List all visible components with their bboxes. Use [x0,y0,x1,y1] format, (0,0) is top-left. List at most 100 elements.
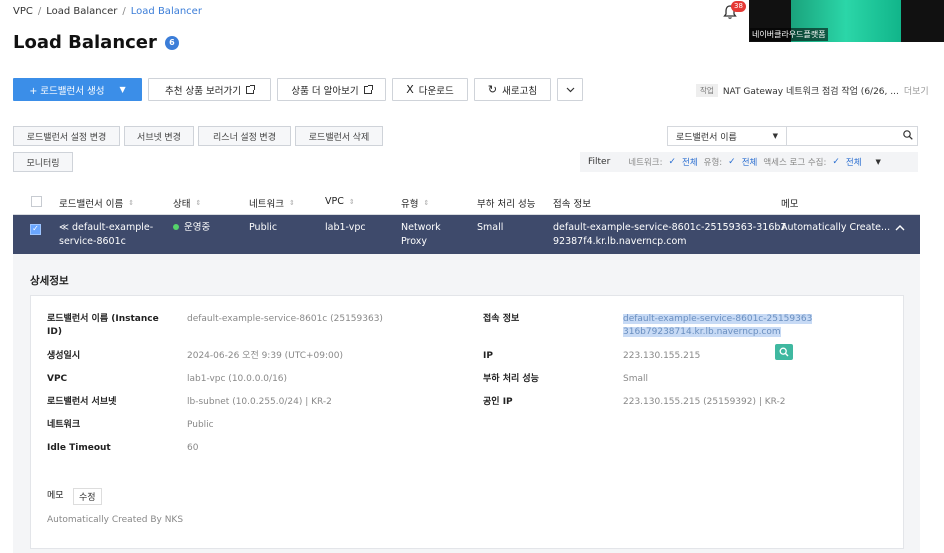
column-header-name[interactable]: 로드밸런서 이름 ⇕ [59,196,134,210]
search-icon[interactable] [903,130,913,140]
detail-public-ip-value: 223.130.155.215 (25159392) | KR-2 [623,397,786,407]
external-link-icon [245,84,255,94]
detail-access-value[interactable]: default-example-service-8601c-25159363 31… [623,313,813,339]
row-checkbox[interactable]: ✓ [30,222,41,236]
detail-created-value: 2024-06-26 오전 9:39 (UTC+09:00) [187,351,343,361]
detail-name-value: default-example-service-8601c (25159363) [187,314,383,324]
detail-network-label: 네트워크 [47,420,81,430]
column-header-vpc[interactable]: VPC ⇕ [325,196,355,207]
column-header-network[interactable]: 네트워크 ⇕ [249,196,295,210]
close-x-icon: X [406,83,414,96]
detail-created-label: 생성일시 [47,351,81,361]
row-access-info: default-example-service-8601c-25159363-3… [553,222,787,247]
lb-delete-button[interactable]: 로드밸런서 삭제 [295,126,383,146]
detail-performance-value: Small [623,374,648,384]
count-badge: 6 [164,35,179,50]
detail-ip-label: IP [483,351,493,361]
table-row[interactable]: ✓ ≪ default-example- service-8601c 운영중 P… [13,215,920,254]
column-header-type[interactable]: 유형 ⇕ [401,196,429,210]
sort-icon: ⇕ [128,199,135,207]
sort-icon: ⇕ [348,197,355,206]
status-dot-icon [173,224,179,230]
filter-type-label: 유형: [703,158,723,168]
detail-public-ip-label: 공인 IP [483,397,513,407]
filter-network-label: 네트워크: [628,158,663,168]
subnet-change-button[interactable]: 서브넷 변경 [124,126,194,146]
download-label: 다운로드 [418,85,454,97]
download-button[interactable]: X 다운로드 [392,78,468,101]
breadcrumb: VPC / Load Balancer / Load Balancer [13,6,202,17]
detail-card: 로드밸런서 이름 (Instance ID) default-example-se… [30,295,904,549]
column-header-memo[interactable]: 메모 [781,196,798,210]
caret-down-icon: ▼ [119,85,126,94]
search-field-select[interactable]: 로드밸런서 이름 ▼ [667,126,787,146]
page-title-text: Load Balancer [13,32,157,53]
row-status: 운영중 [173,221,210,235]
filter-bar[interactable]: Filter 네트워크: ✓ 전체 유형: ✓ 전체 액세스 로그 수집: ✓ … [580,152,918,172]
task-tag: 작업 [696,84,718,97]
filter-access-log-label: 액세스 로그 수집: [763,158,827,168]
more-options-button[interactable] [557,78,583,101]
check-icon: ✓ [728,157,736,167]
detail-ip-value: 223.130.155.215 [623,351,701,361]
detail-access-label: 접속 정보 [483,314,520,324]
filter-network-value: 전체 [682,158,698,168]
detail-subnet-label: 로드밸런서 서브넷 [47,397,117,407]
search-select-value: 로드밸런서 이름 [676,132,737,143]
sort-icon: ⇕ [195,199,202,207]
filter-title: Filter [588,157,611,167]
refresh-icon: ↻ [487,83,498,96]
copy-button[interactable] [775,344,793,360]
external-link-icon [363,84,373,94]
column-header-access-info[interactable]: 접속 정보 [553,196,591,210]
detail-performance-label: 부하 처리 성능 [483,374,539,384]
detail-panel: 상세정보 로드밸런서 이름 (Instance ID) default-examp… [13,254,920,553]
detail-title: 상세정보 [30,275,69,287]
monitoring-button[interactable]: 모니터링 [13,152,73,172]
detail-idle-timeout-label: Idle Timeout [47,443,111,453]
check-icon: ✓ [668,157,676,167]
recommend-label: 추천 상품 보러가기 [165,85,241,97]
row-memo: Automatically Create... [781,222,891,233]
breadcrumb-load-balancer[interactable]: Load Balancer [46,6,117,17]
task-more-link[interactable]: 더보기 [904,84,929,97]
video-label: 네이버클라우드플랫폼 [750,28,828,41]
refresh-button[interactable]: ↻ 새로고침 [474,78,551,101]
caret-down-icon: ▼ [772,132,778,140]
sort-icon: ⇕ [288,199,295,207]
breadcrumb-vpc[interactable]: VPC [13,6,33,17]
row-performance: Small [477,222,504,233]
refresh-label: 새로고침 [502,85,538,97]
select-all-checkbox[interactable] [31,196,42,207]
chevron-down-icon [566,87,574,92]
page-title: Load Balancer 6 [13,32,179,53]
share-icon: ≪ [59,222,69,233]
detail-network-value: Public [187,420,214,430]
search-input[interactable] [787,126,918,146]
column-header-performance[interactable]: 부하 처리 성능 [477,196,535,210]
filter-type-value: 전체 [741,158,758,168]
detail-idle-timeout-value: 60 [187,443,199,453]
column-header-status[interactable]: 상태 ⇕ [173,196,201,210]
recommend-products-button[interactable]: 추천 상품 보러가기 [148,78,271,101]
listener-setting-change-button[interactable]: 리스너 설정 변경 [198,126,291,146]
learn-more-button[interactable]: 상품 더 알아보기 [277,78,386,101]
detail-subnet-value: lb-subnet (10.0.255.0/24) | KR-2 [187,397,332,407]
task-text[interactable]: NAT Gateway 네트워크 점검 작업 (6/26, ... [723,84,899,97]
search-copy-icon [779,347,789,357]
breadcrumb-current[interactable]: Load Balancer [131,6,202,17]
create-load-balancer-button[interactable]: + 로드밸런서 생성 ▼ [13,78,142,101]
chevron-up-icon[interactable] [895,224,905,231]
lb-setting-change-button[interactable]: 로드밸런서 설정 변경 [13,126,120,146]
toolbar: + 로드밸런서 생성 ▼ 추천 상품 보러가기 상품 더 알아보기 X 다운로드… [13,78,583,101]
table-header: 로드밸런서 이름 ⇕ 상태 ⇕ 네트워크 ⇕ VPC ⇕ 유형 ⇕ 부하 처리 성능 접속… [13,189,920,215]
row-name[interactable]: ≪ default-example- service-8601c [59,221,153,249]
memo-edit-button[interactable]: 수정 [73,488,102,505]
notification-count-badge: 38 [731,1,746,12]
detail-memo-value: Automatically Created By NKS [47,515,184,525]
row-network: Public [249,222,278,233]
breadcrumb-separator: / [37,6,42,17]
learn-more-label: 상품 더 알아보기 [291,85,359,97]
load-balancer-page: VPC / Load Balancer / Load Balancer Load… [0,0,944,553]
task-notice: 작업 NAT Gateway 네트워크 점검 작업 (6/26, ... 더보기 [696,84,929,97]
